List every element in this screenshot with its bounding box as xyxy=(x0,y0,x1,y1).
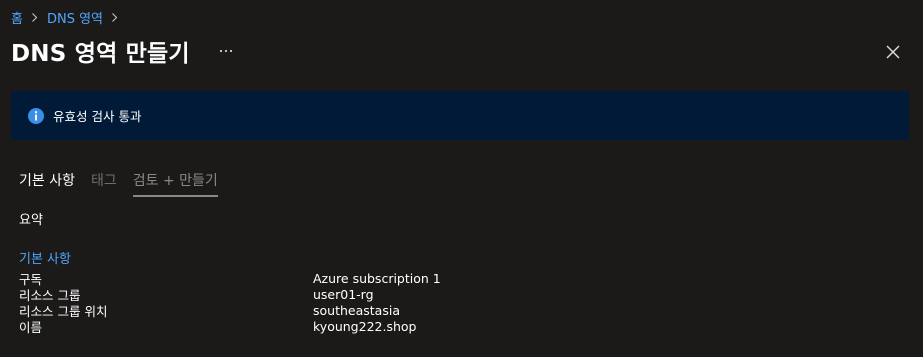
tab-basics[interactable]: 기본 사항 xyxy=(11,165,83,197)
create-dns-zone-blade: 홈 DNS 영역 DNS 영역 만들기 유효성 검사 통과 기본 사항 태그 검… xyxy=(0,0,923,357)
banner-message: 유효성 검사 통과 xyxy=(53,109,142,124)
detail-value: user01-rg xyxy=(313,286,374,302)
page-title: DNS 영역 만들기 xyxy=(11,41,190,67)
chevron-right-icon xyxy=(30,12,39,22)
tab-review-create[interactable]: 검토 + 만들기 xyxy=(125,165,226,197)
detail-value: kyoung222.shop xyxy=(313,318,417,334)
chevron-right-icon xyxy=(110,12,119,22)
breadcrumb-home-link[interactable]: 홈 xyxy=(11,8,23,27)
detail-value: Azure subscription 1 xyxy=(313,270,441,286)
summary-details: 구독 Azure subscription 1 리소스 그룹 user01-rg… xyxy=(19,270,899,335)
detail-value: southeastasia xyxy=(313,302,400,318)
title-row: DNS 영역 만들기 xyxy=(11,34,238,68)
breadcrumb-dns-zone-link[interactable]: DNS 영역 xyxy=(47,8,103,27)
detail-label: 이름 xyxy=(19,319,43,335)
close-icon xyxy=(886,45,900,59)
tab-bar: 기본 사항 태그 검토 + 만들기 xyxy=(11,165,226,199)
detail-row-name: 이름 kyoung222.shop xyxy=(19,318,899,335)
basics-section-heading: 기본 사항 xyxy=(19,252,71,267)
tab-tags[interactable]: 태그 xyxy=(83,165,125,197)
summary-heading: 요약 xyxy=(19,213,43,228)
close-button[interactable] xyxy=(880,39,906,65)
more-options-button[interactable] xyxy=(214,39,238,63)
validation-banner: 유효성 검사 통과 xyxy=(11,91,909,140)
ellipsis-icon xyxy=(219,49,232,53)
info-icon xyxy=(28,107,44,124)
breadcrumb: 홈 DNS 영역 xyxy=(11,8,127,27)
